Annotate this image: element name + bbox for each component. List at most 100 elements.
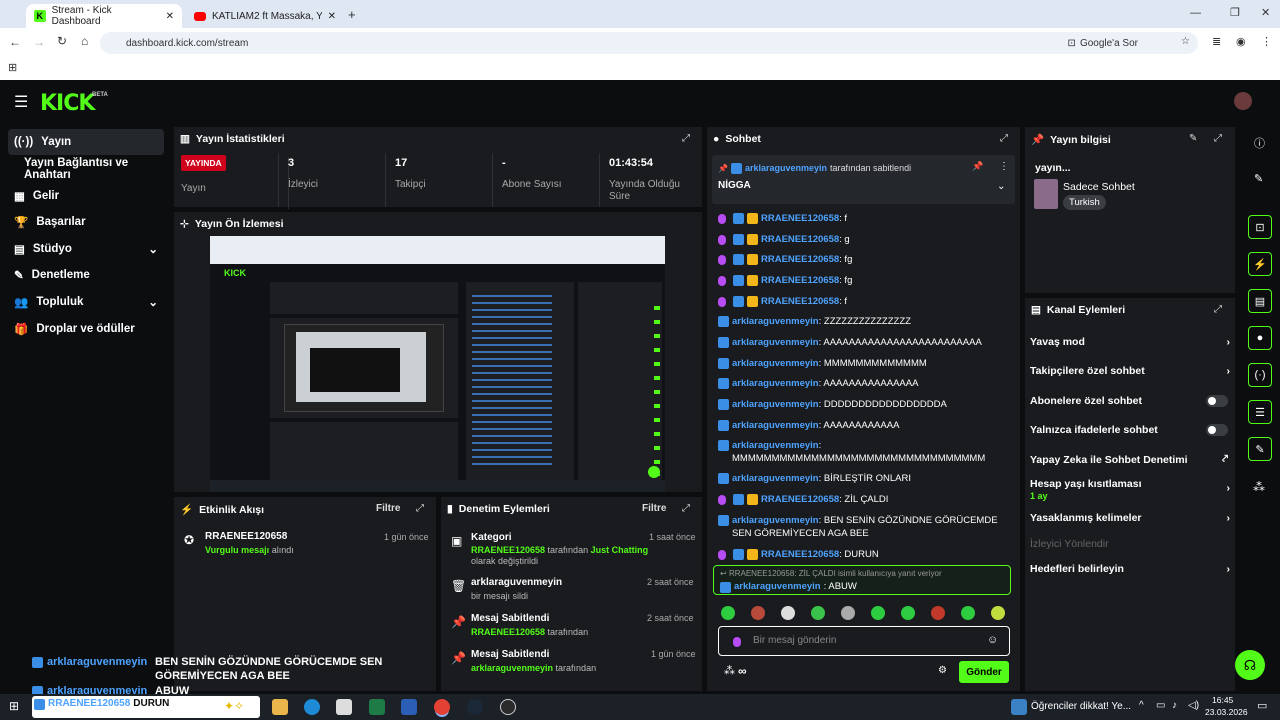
popout-icon[interactable]: ⤢	[682, 503, 690, 514]
sidebar-item-basarilar[interactable]: 🏆 Başarılar	[8, 209, 164, 235]
chat-username[interactable]: arklaraguvenmeyin	[732, 337, 819, 348]
excel-icon[interactable]	[369, 699, 385, 715]
emote-icon[interactable]	[841, 606, 855, 620]
rail-button-2[interactable]: ⚡	[1248, 252, 1272, 276]
banned-words-action[interactable]: Yasaklanmış kelimeler ›	[1030, 512, 1230, 524]
hamburger-menu-icon[interactable]: ☰	[14, 92, 28, 112]
volume-icon[interactable]: ◁)	[1188, 700, 1199, 711]
home-icon[interactable]: ⌂	[81, 34, 88, 48]
clock-date[interactable]: 23.03.2026	[1205, 707, 1248, 717]
new-tab-icon[interactable]: +	[348, 7, 356, 22]
network-icon[interactable]: ▭	[1156, 700, 1165, 711]
close-icon[interactable]: ✕	[328, 11, 336, 22]
profile-icon[interactable]: ◉	[1236, 35, 1246, 48]
sidebar-item-yayin[interactable]: ((·)) Yayın	[8, 129, 164, 155]
kick-logo[interactable]: KICK	[40, 91, 95, 116]
window-close-icon[interactable]: ✕	[1261, 6, 1270, 19]
filter-button[interactable]: Filtre	[376, 503, 400, 514]
chat-username[interactable]: RRAENEE120658	[761, 213, 839, 224]
emote-icon[interactable]	[991, 606, 1005, 620]
reading-list-icon[interactable]: ≣	[1212, 35, 1221, 48]
subscribers-only-toggle[interactable]	[1206, 395, 1228, 407]
obs-icon[interactable]	[500, 699, 516, 715]
chat-username[interactable]: RRAENEE120658	[761, 549, 839, 560]
emoji-icon[interactable]: ☺	[987, 634, 998, 646]
rail-button-4[interactable]: ●	[1248, 326, 1272, 350]
chevron-down-icon[interactable]: ⌄	[997, 181, 1005, 192]
taskbar-search[interactable]: RRAENEE120658 DURUN ✦✧	[32, 696, 260, 718]
chat-username[interactable]: RRAENEE120658	[761, 275, 839, 286]
emote-icon[interactable]	[781, 606, 795, 620]
chat-username[interactable]: RRAENEE120658	[761, 234, 839, 245]
pinned-message[interactable]: 📌 arklaraguvenmeyin tarafından sabitlend…	[712, 155, 1015, 204]
chat-message[interactable]: RRAENEE120658: fg	[718, 253, 1013, 266]
chat-username[interactable]: arklaraguvenmeyin	[732, 399, 819, 410]
followers-only-action[interactable]: Takipçilere özel sohbet ›	[1030, 365, 1230, 377]
tray-chevron-icon[interactable]: ^	[1139, 700, 1144, 711]
back-icon[interactable]: ←	[9, 35, 21, 49]
rail-button-7[interactable]: ✎	[1248, 437, 1272, 461]
ai-moderation-action[interactable]: Yapay Zeka ile Sohbet Denetimi ⤤	[1030, 453, 1228, 466]
forward-icon[interactable]: →	[33, 35, 45, 49]
microphone-icon[interactable]	[733, 637, 741, 647]
chat-username[interactable]: RRAENEE120658	[761, 494, 839, 505]
popout-icon[interactable]: ⤢	[1214, 133, 1222, 144]
clock-time[interactable]: 16:45	[1212, 695, 1233, 705]
url-input[interactable]: dashboard.kick.com/stream ⊡ Google'a Sor…	[100, 32, 1198, 54]
emote-icon[interactable]	[751, 606, 765, 620]
avatar[interactable]	[1234, 92, 1252, 110]
chat-username[interactable]: arklaraguvenmeyin	[732, 440, 819, 451]
more-options-icon[interactable]: ⋮	[999, 161, 1009, 172]
sidebar-item-droplar[interactable]: 🎁 Droplar ve ödüller	[8, 316, 164, 342]
chat-input[interactable]: Bir mesaj gönderin ☺	[718, 626, 1010, 656]
chat-username[interactable]: arklaraguvenmeyin	[732, 473, 819, 484]
chat-message[interactable]: arklaraguvenmeyin: AAAAAAAAAAAAAAAAAAAAA…	[718, 336, 1013, 349]
menu-dots-icon[interactable]: ⋮	[1261, 35, 1272, 48]
word-icon[interactable]	[401, 699, 417, 715]
chat-message[interactable]: arklaraguvenmeyin: ZZZZZZZZZZZZZZZ	[718, 315, 1013, 328]
account-age-action[interactable]: Hesap yaşı kısıtlaması 1 ay ›	[1030, 478, 1230, 502]
sidebar-item-denetleme[interactable]: ✎ Denetleme	[8, 262, 164, 288]
edit-pencil-icon[interactable]: ✎	[1189, 133, 1197, 144]
news-icon[interactable]	[1011, 699, 1027, 715]
edge-icon[interactable]	[304, 699, 320, 715]
close-icon[interactable]: ✕	[166, 11, 174, 22]
emote-only-action[interactable]: Yalnızca ifadelerle sohbet	[1030, 424, 1228, 436]
minimize-icon[interactable]: —	[1190, 7, 1201, 19]
popout-icon[interactable]: ⤢	[1000, 133, 1008, 144]
goals-action[interactable]: Hedefleri belirleyin ›	[1030, 563, 1230, 575]
send-button[interactable]: Gönder	[959, 661, 1009, 683]
chat-username[interactable]: arklaraguvenmeyin	[732, 420, 819, 431]
emote-only-toggle[interactable]	[1206, 424, 1228, 436]
rail-button-3[interactable]: ▤	[1248, 289, 1272, 313]
sidebar-item-topluluk[interactable]: 👥 Topluluk ⌄	[8, 289, 164, 315]
tab-youtube[interactable]: KATLİAM2 ft Massaka, Yener Ce ✕	[186, 4, 344, 28]
rail-button-1[interactable]: ⊡	[1248, 215, 1272, 239]
chat-message[interactable]: RRAENEE120658: ZİL ÇALDI	[718, 493, 1013, 506]
maximize-icon[interactable]: ❐	[1230, 6, 1240, 19]
reload-icon[interactable]: ↻	[57, 34, 67, 48]
rail-button-5[interactable]: (·)	[1248, 363, 1272, 387]
file-explorer-icon[interactable]	[272, 699, 288, 715]
chat-message[interactable]: RRAENEE120658: DURUN	[718, 548, 1013, 561]
popout-icon[interactable]: ⤢	[1214, 304, 1222, 315]
help-headset-icon[interactable]: ☊	[1235, 650, 1265, 680]
mic-tray-icon[interactable]: ♪	[1172, 700, 1177, 711]
chat-username[interactable]: arklaraguvenmeyin	[732, 316, 819, 327]
emote-icon[interactable]	[871, 606, 885, 620]
chat-message[interactable]: RRAENEE120658: fg	[718, 274, 1013, 287]
emote-icon[interactable]	[811, 606, 825, 620]
emote-icon[interactable]	[721, 606, 735, 620]
chat-message[interactable]: arklaraguvenmeyin: MMMMMMMMMMMMMMMMMMMMM…	[718, 439, 1013, 465]
news-notification[interactable]: Öğrenciler dikkat! Ye...	[1031, 701, 1131, 712]
chat-message[interactable]: arklaraguvenmeyin: DDDDDDDDDDDDDDDDDA	[718, 398, 1013, 411]
subscribers-only-action[interactable]: Abonelere özel sohbet	[1030, 395, 1228, 407]
info-icon[interactable]: ⓘ	[1254, 135, 1265, 151]
chat-message[interactable]: RRAENEE120658: g	[718, 233, 1013, 246]
notifications-icon[interactable]: ▭	[1257, 699, 1267, 712]
chat-username[interactable]: arklaraguvenmeyin	[732, 378, 819, 389]
sidebar-item-gelir[interactable]: ▦ Gelir	[8, 183, 164, 209]
settings-gear-icon[interactable]: ⚙	[938, 665, 947, 676]
windows-start-icon[interactable]: ⊞	[9, 699, 19, 713]
emote-icon[interactable]	[901, 606, 915, 620]
